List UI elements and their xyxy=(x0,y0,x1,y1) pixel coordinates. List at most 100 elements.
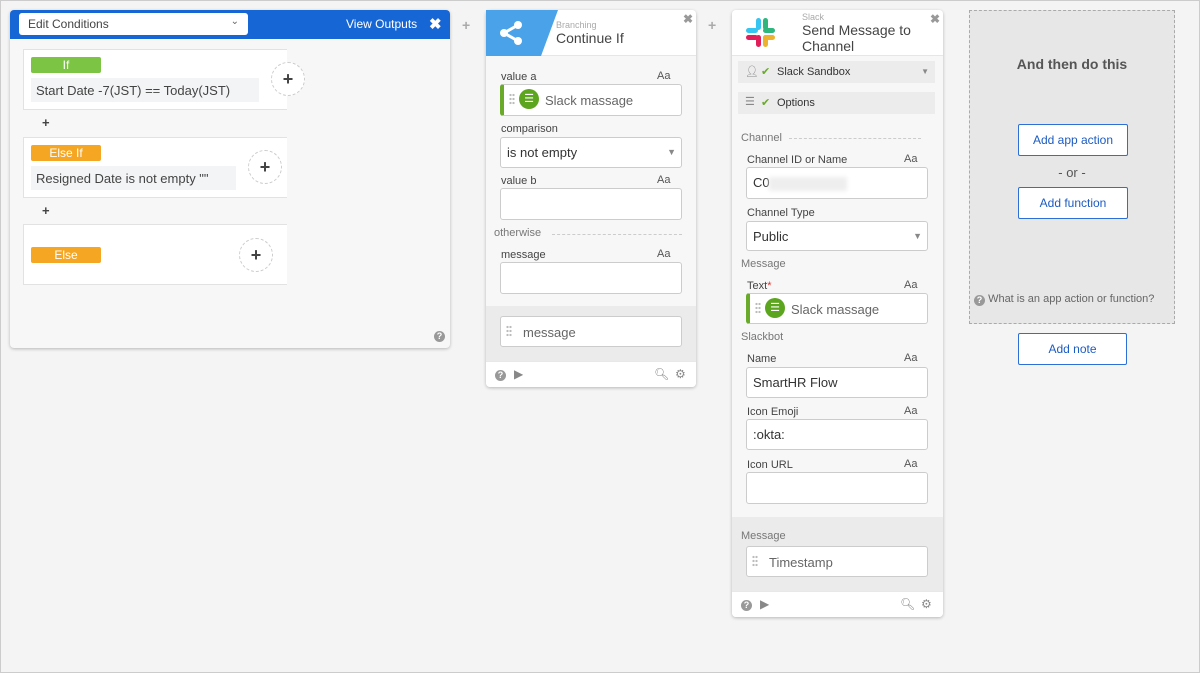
icon-url-input[interactable] xyxy=(746,472,928,504)
step-title: Continue If xyxy=(556,30,624,46)
comparison-select[interactable]: is not empty ▼ xyxy=(500,137,682,168)
drag-handle-icon[interactable] xyxy=(506,325,512,337)
add-condition-button[interactable]: + xyxy=(271,62,305,96)
user-icon: 👤︎ xyxy=(745,66,759,78)
help-link[interactable]: ? What is an app action or function? xyxy=(974,293,1155,306)
if-badge: If xyxy=(31,57,101,73)
format-toggle[interactable]: Aa xyxy=(904,352,917,364)
message-label: message xyxy=(501,249,546,261)
slackbot-section: Slackbot xyxy=(741,331,784,343)
channel-id-label: Channel ID or Name xyxy=(747,154,848,166)
help-link-text: What is an app action or function? xyxy=(988,293,1155,305)
condition-expression[interactable]: Resigned Date is not empty "" xyxy=(31,166,236,190)
format-toggle[interactable]: Aa xyxy=(657,248,670,260)
edit-conditions-select[interactable]: Edit Conditions ⌄ xyxy=(19,13,248,35)
drag-handle-icon[interactable] xyxy=(755,302,761,314)
divider xyxy=(789,138,921,139)
format-toggle[interactable]: Aa xyxy=(904,153,917,165)
slack-logo-icon xyxy=(746,18,775,47)
required-marker: * xyxy=(767,280,772,292)
format-toggle[interactable]: Aa xyxy=(904,405,917,417)
close-icon[interactable]: ✖ xyxy=(683,12,693,26)
condition-expression[interactable]: Start Date -7(JST) == Today(JST) xyxy=(31,78,259,102)
pill-label: message xyxy=(523,325,576,340)
format-toggle[interactable]: Aa xyxy=(657,174,670,186)
icon-url-label: Icon URL xyxy=(747,459,793,471)
share-icon xyxy=(486,10,558,56)
else-badge: Else xyxy=(31,247,101,263)
dropdown-arrow-icon: ▼ xyxy=(667,147,676,157)
add-condition-button[interactable]: + xyxy=(239,238,273,272)
output-pill[interactable]: Timestamp xyxy=(746,546,928,577)
pill-label: Timestamp xyxy=(769,555,833,570)
formatter-icon: ☰ xyxy=(519,89,539,109)
account-name: Slack Sandbox xyxy=(777,66,851,78)
or-separator: - or - xyxy=(1058,165,1086,180)
select-value: Edit Conditions xyxy=(28,17,109,31)
channel-type-select[interactable]: Public ▼ xyxy=(746,221,928,251)
channel-section: Channel xyxy=(741,132,782,144)
next-step-title: And then do this xyxy=(1016,56,1128,72)
channel-id-input[interactable]: C0 xyxy=(746,167,928,199)
insert-plus-icon[interactable]: + xyxy=(42,203,50,218)
help-icon: ? xyxy=(974,295,985,306)
add-function-button[interactable]: Add function xyxy=(1018,187,1128,219)
format-toggle[interactable]: Aa xyxy=(904,279,917,291)
outputs-area: message xyxy=(486,306,696,361)
dropdown-arrow-icon: ▼ xyxy=(913,231,922,241)
output-pill[interactable]: message xyxy=(500,316,682,347)
step-header: Slack Send Message to Channel ✖ xyxy=(732,10,943,56)
value-a-field[interactable]: ☰ Slack massage xyxy=(500,84,682,116)
comparison-label: comparison xyxy=(501,123,558,135)
drag-handle-icon[interactable] xyxy=(509,93,515,105)
conditions-panel: Edit Conditions ⌄ View Outputs ✖ If Start… xyxy=(10,10,450,348)
next-step-placeholder: And then do this Add app action - or - A… xyxy=(969,10,1175,324)
options-toggle[interactable]: ☰ ✔ Options xyxy=(738,92,935,114)
value-b-input[interactable] xyxy=(500,188,682,220)
insert-step-plus-icon[interactable]: + xyxy=(708,17,716,33)
add-condition-button[interactable]: + xyxy=(248,150,282,184)
check-icon: ✔ xyxy=(761,66,771,78)
close-icon[interactable]: ✖ xyxy=(930,12,940,26)
insert-step-plus-icon[interactable]: + xyxy=(462,17,470,33)
check-icon: ✔ xyxy=(761,97,771,109)
account-select[interactable]: 👤︎ ✔ Slack Sandbox ▼ xyxy=(738,61,935,83)
close-icon[interactable]: ✖ xyxy=(429,15,442,33)
name-input[interactable]: SmartHR Flow xyxy=(746,367,928,398)
text-field[interactable]: ☰ Slack massage xyxy=(746,293,928,324)
name-label: Name xyxy=(747,353,777,365)
insert-plus-icon[interactable]: + xyxy=(42,115,50,130)
step-footer: ? ▶ 🔍︎ ⚙ xyxy=(732,591,943,617)
step-category: Branching xyxy=(556,20,597,30)
help-icon[interactable]: ? xyxy=(741,600,752,611)
add-app-action-button[interactable]: Add app action xyxy=(1018,124,1128,156)
help-icon[interactable]: ? xyxy=(495,370,506,381)
step-footer: ? ▶ 🔍︎ ⚙ xyxy=(486,361,696,387)
format-toggle[interactable]: Aa xyxy=(657,70,670,82)
help-icon[interactable]: ? xyxy=(434,331,445,342)
condition-block-if[interactable]: If Start Date -7(JST) == Today(JST) xyxy=(23,49,287,110)
icon-emoji-label: Icon Emoji xyxy=(747,406,799,418)
else-if-badge: Else If xyxy=(31,145,101,161)
step-category: Slack xyxy=(802,12,825,22)
icon-emoji-input[interactable]: :okta: xyxy=(746,419,928,450)
slack-step: Slack Send Message to Channel ✖ 👤︎ ✔ Slack… xyxy=(732,10,943,617)
drag-handle-icon[interactable] xyxy=(752,555,758,567)
gear-icon[interactable]: ⚙ xyxy=(675,367,686,381)
search-icon[interactable]: 🔍︎ xyxy=(900,597,915,611)
pill-label: Slack massage xyxy=(545,93,634,108)
divider xyxy=(552,234,682,235)
view-outputs-link[interactable]: View Outputs xyxy=(346,17,417,31)
message-input[interactable] xyxy=(500,262,682,294)
format-toggle[interactable]: Aa xyxy=(904,458,917,470)
step-title: Send Message to Channel xyxy=(802,22,911,54)
channel-type-label: Channel Type xyxy=(747,207,815,219)
add-note-button[interactable]: Add note xyxy=(1018,333,1127,365)
play-icon[interactable]: ▶ xyxy=(760,597,769,611)
search-icon[interactable]: 🔍︎ xyxy=(654,367,669,381)
conditions-header: Edit Conditions ⌄ View Outputs ✖ xyxy=(10,10,450,39)
gear-icon[interactable]: ⚙ xyxy=(921,597,932,611)
otherwise-section: otherwise xyxy=(494,227,542,239)
play-icon[interactable]: ▶ xyxy=(514,367,523,381)
pill-label: Slack massage xyxy=(791,302,880,317)
